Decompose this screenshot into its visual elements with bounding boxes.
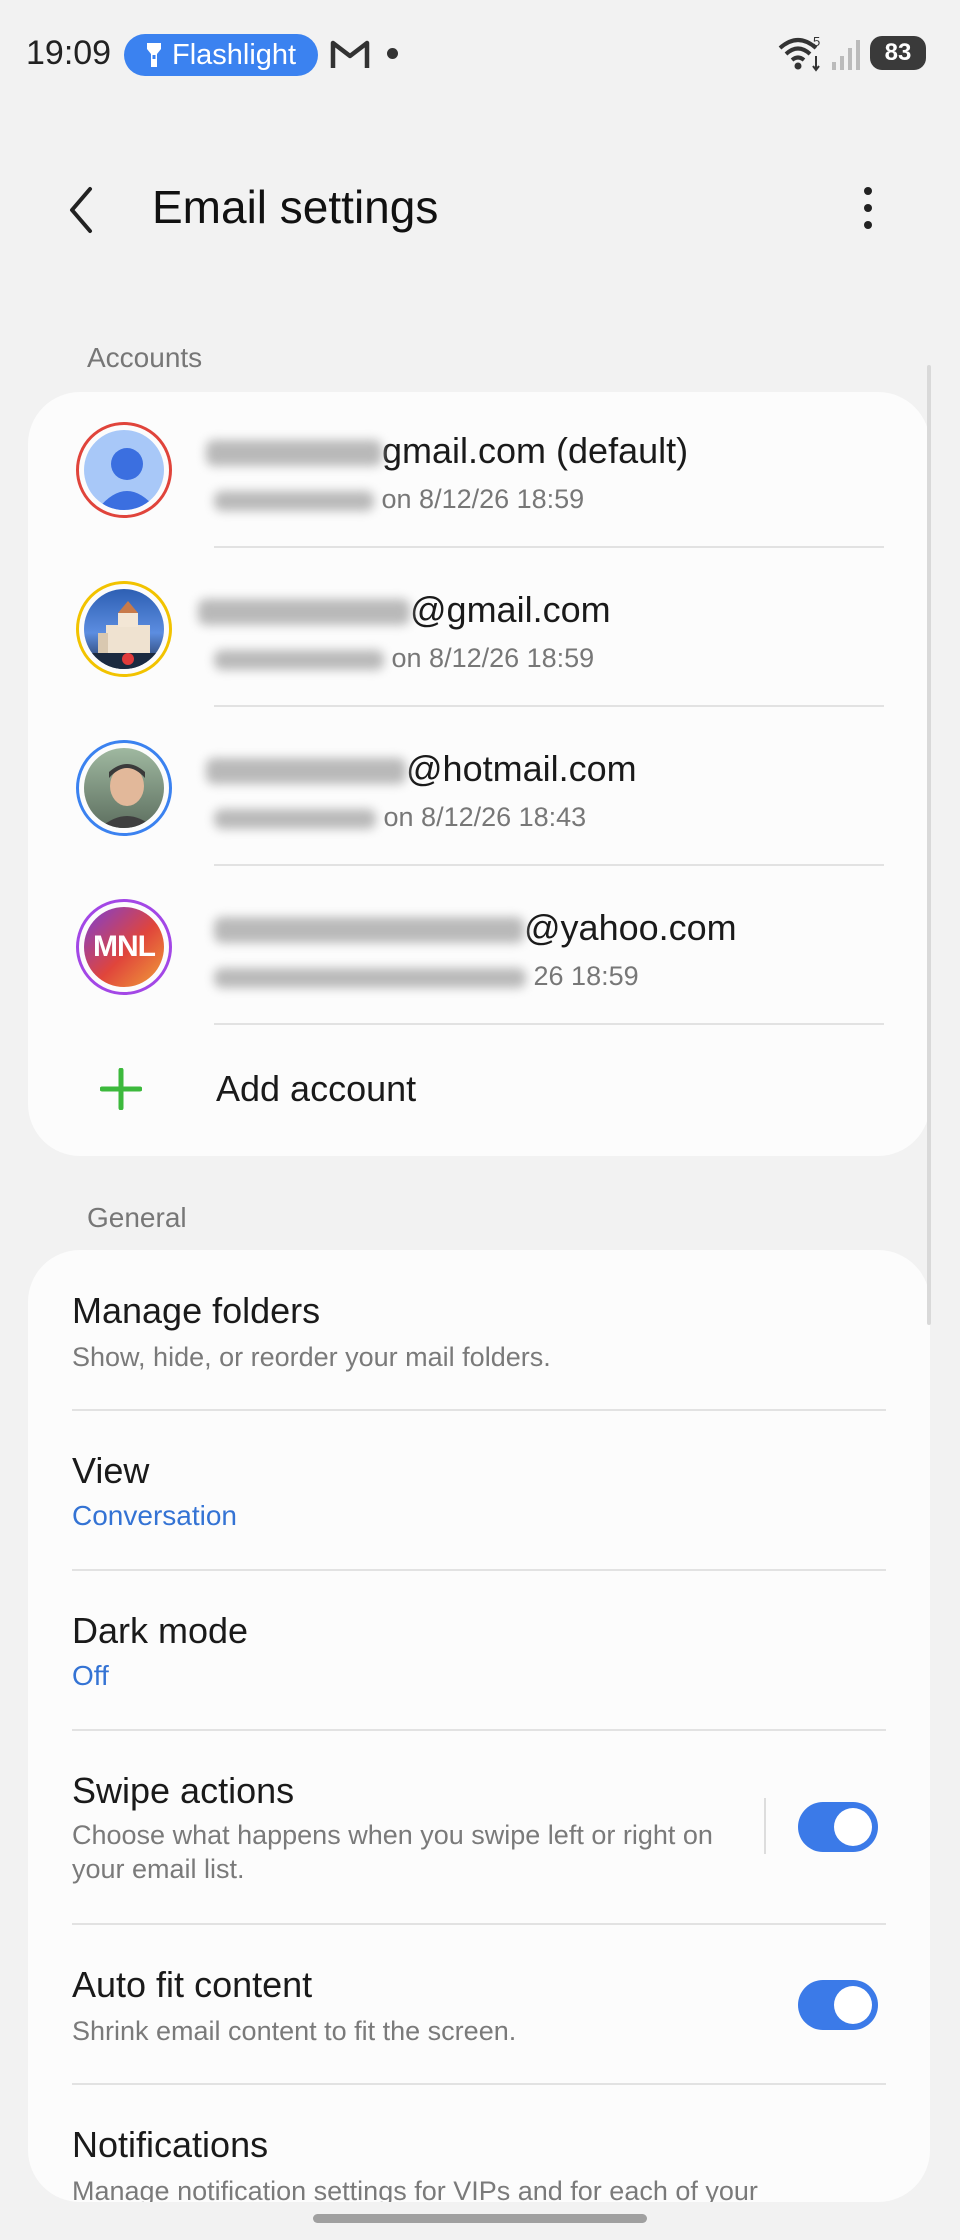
cellular-signal-icon [832,40,860,70]
view-item[interactable]: View Conversation [28,1410,930,1570]
divider [214,546,884,548]
person-photo-image [100,764,154,828]
redacted-sync-text [214,967,526,988]
redacted-sync-text [214,808,376,829]
building-image [84,601,164,669]
account-email: @yahoo.com [524,907,737,948]
manage-folders-subtitle: Show, hide, or reorder your mail folders… [72,1342,551,1372]
account-row[interactable]: @gmail.com on 8/12/26 18:59 [28,551,930,710]
scrollbar[interactable] [927,365,931,1325]
person-icon [97,448,157,510]
battery-indicator: 83 [870,36,926,70]
dark-mode-value: Off [72,1660,109,1691]
notifications-subtitle: Manage notification settings for VIPs an… [72,2176,758,2202]
view-title: View [72,1450,150,1491]
chevron-left-icon [70,187,92,233]
mnl-logo-avatar: MNL [76,899,172,995]
wifi-icon: 5 [778,34,820,72]
account-row[interactable]: gmail.com (default) on 8/12/26 18:59 [28,392,930,551]
account-email: gmail.com (default) [382,430,689,471]
swipe-actions-title: Swipe actions [72,1770,295,1811]
redacted-sync-text [214,649,384,670]
auto-fit-content-toggle[interactable] [798,1980,878,2030]
redacted-email-prefix [198,599,410,626]
more-options-button[interactable] [850,182,886,234]
divider [214,864,884,866]
add-account-button[interactable]: Add account [28,1028,930,1148]
plus-icon [100,1068,142,1110]
notifications-item[interactable]: Notifications Manage notification settin… [28,2084,930,2202]
account-email: @hotmail.com [406,748,637,789]
home-indicator[interactable] [313,2214,647,2223]
swipe-actions-item[interactable]: Swipe actions Choose what happens when y… [28,1730,930,1924]
dark-mode-title: Dark mode [72,1610,249,1651]
view-value: Conversation [72,1500,237,1531]
general-section-label: General [87,1202,187,1233]
redacted-email-prefix [206,440,382,467]
account-email: @gmail.com [410,589,611,630]
redacted-email-prefix [206,758,406,785]
redacted-email-prefix [214,917,524,944]
manage-folders-title: Manage folders [72,1290,321,1331]
wifi-badge: 5 [813,34,820,49]
accounts-section-label: Accounts [87,342,203,373]
account-sync-status: on 8/12/26 18:59 [391,643,595,673]
default-person-avatar [76,422,172,518]
add-account-label: Add account [216,1068,417,1109]
building-photo-avatar [76,581,172,677]
general-card: Manage folders Show, hide, or reorder yo… [28,1250,930,2202]
mnl-logo-text: MNL [93,930,156,963]
accounts-card: gmail.com (default) on 8/12/26 18:59 @gm… [28,392,930,1156]
auto-fit-content-title: Auto fit content [72,1964,313,2005]
flashlight-icon [147,43,161,67]
page-title: Email settings [152,181,439,233]
account-sync-status: on 8/12/26 18:43 [383,802,587,832]
auto-fit-content-item[interactable]: Auto fit content Shrink email content to… [28,1924,930,2084]
divider [214,705,884,707]
flashlight-label: Flashlight [172,38,297,71]
account-row[interactable]: MNL @yahoo.com 26 18:59 [28,869,930,1028]
account-sync-status: 26 18:59 [533,961,639,991]
back-button[interactable] [66,180,106,240]
divider [214,1023,884,1025]
manage-folders-item[interactable]: Manage folders Show, hide, or reorder yo… [28,1250,930,1410]
vertical-divider [764,1798,766,1854]
status-bar: 19:09 Flashlight 5 83 [0,0,960,110]
notifications-title: Notifications [72,2124,269,2165]
flashlight-chip[interactable]: Flashlight [124,34,318,76]
swipe-actions-toggle[interactable] [798,1802,878,1852]
swipe-actions-subtitle: Choose what happens when you swipe left … [72,1820,713,1884]
redacted-sync-text [214,490,374,511]
more-vert-icon [864,186,872,195]
more-notifications-dot [387,48,398,59]
gmail-notification-icon [330,40,370,68]
person-photo-avatar [76,740,172,836]
auto-fit-content-subtitle: Shrink email content to fit the screen. [72,2016,517,2046]
account-sync-status: on 8/12/26 18:59 [381,484,585,514]
account-row[interactable]: @hotmail.com on 8/12/26 18:43 [28,710,930,869]
dark-mode-item[interactable]: Dark mode Off [28,1570,930,1730]
status-time: 19:09 [26,34,112,72]
